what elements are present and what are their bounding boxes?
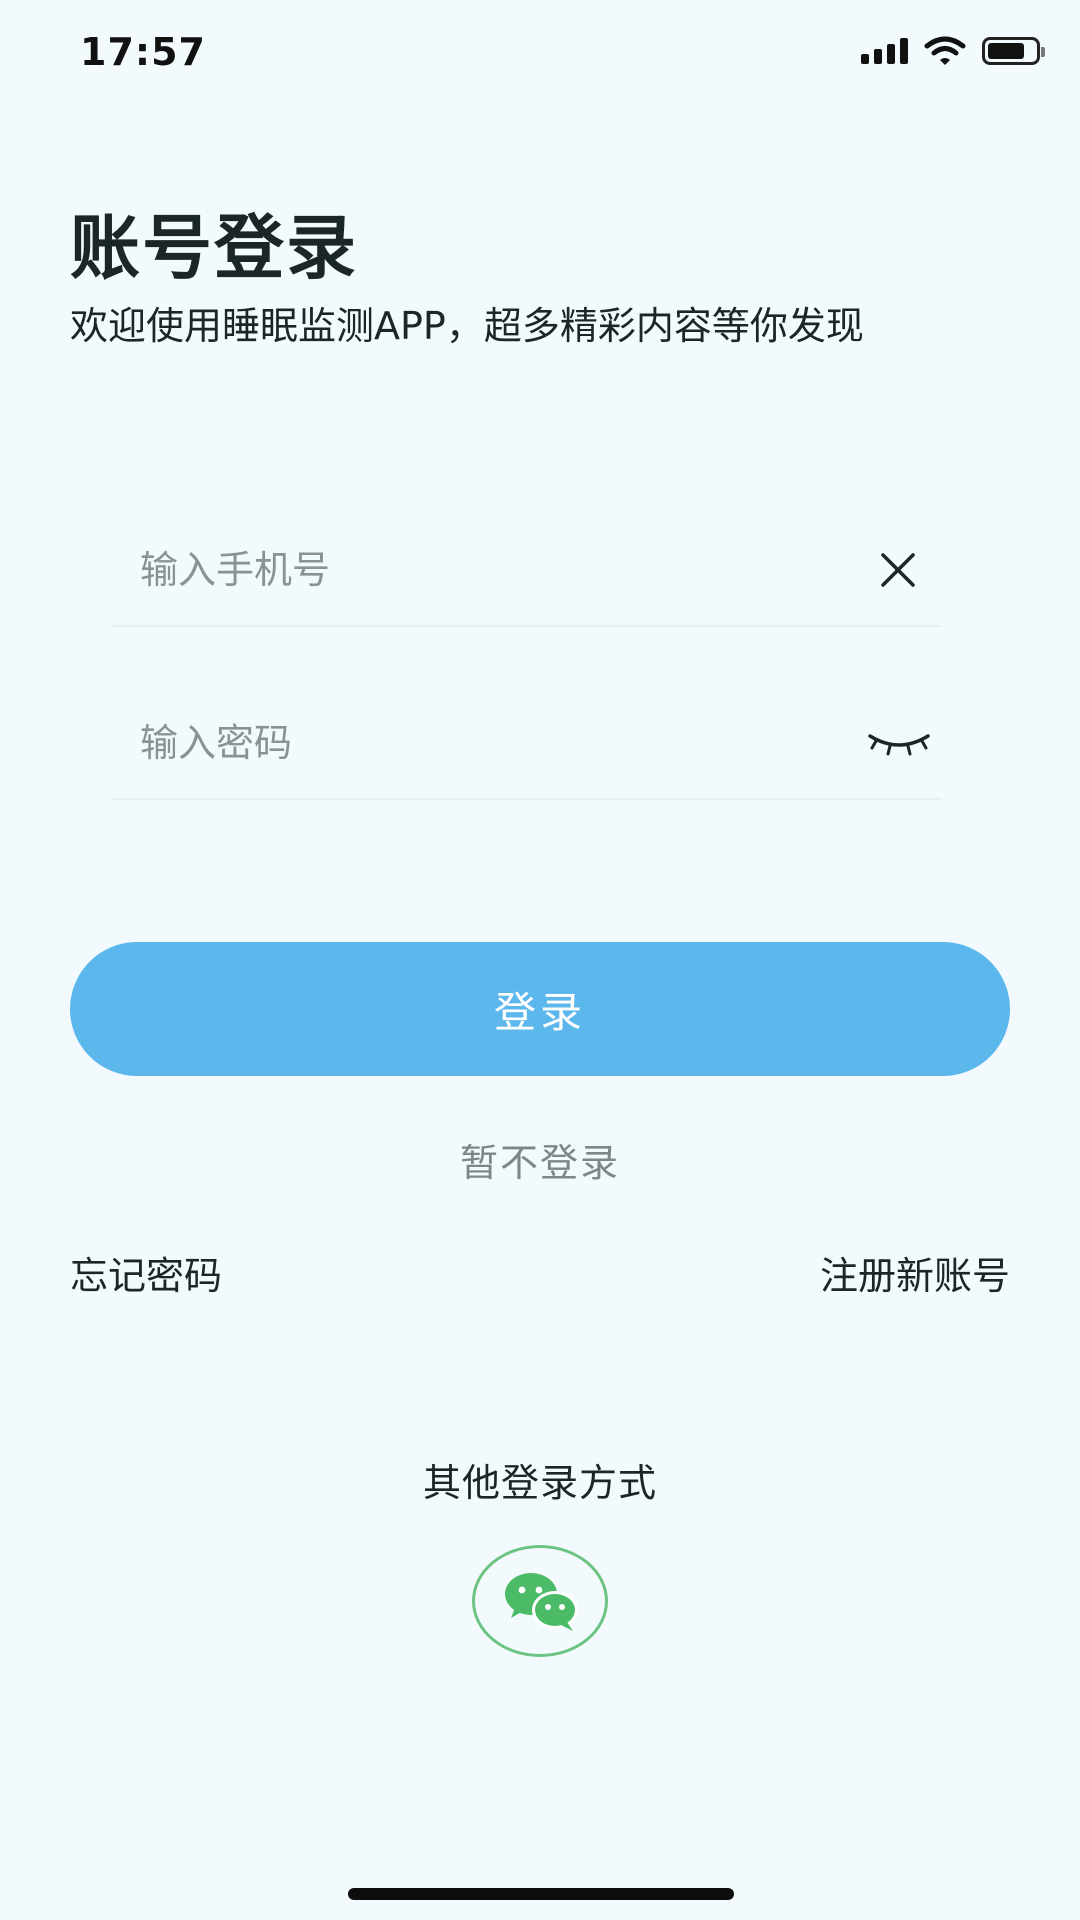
- password-field: [112, 688, 942, 800]
- battery-icon: [982, 37, 1045, 65]
- login-button[interactable]: 登录: [70, 942, 1010, 1076]
- wifi-icon: [924, 36, 966, 65]
- eye-closed-icon[interactable]: [864, 718, 934, 768]
- other-login-label: 其他登录方式: [422, 1461, 657, 1505]
- page-subtitle: 欢迎使用睡眠监测APP，超多精彩内容等你发现: [70, 304, 864, 348]
- status-icons: [861, 36, 1045, 66]
- close-icon[interactable]: [868, 545, 928, 595]
- skip-login-link[interactable]: 暂不登录: [0, 1132, 1080, 1187]
- page-title: 账号登录: [70, 207, 358, 289]
- register-link[interactable]: 注册新账号: [820, 1245, 1010, 1300]
- password-input[interactable]: [140, 718, 800, 768]
- status-time: 17:57: [80, 30, 206, 74]
- cellular-signal-icon: [861, 38, 908, 64]
- forgot-password-link[interactable]: 忘记密码: [70, 1245, 222, 1300]
- wechat-login-button[interactable]: [472, 1545, 608, 1657]
- phone-input[interactable]: [140, 545, 800, 595]
- home-indicator: [348, 1888, 734, 1900]
- phone-field: [112, 515, 942, 627]
- wechat-icon: [505, 1573, 578, 1631]
- status-bar: 17:57: [0, 0, 1080, 110]
